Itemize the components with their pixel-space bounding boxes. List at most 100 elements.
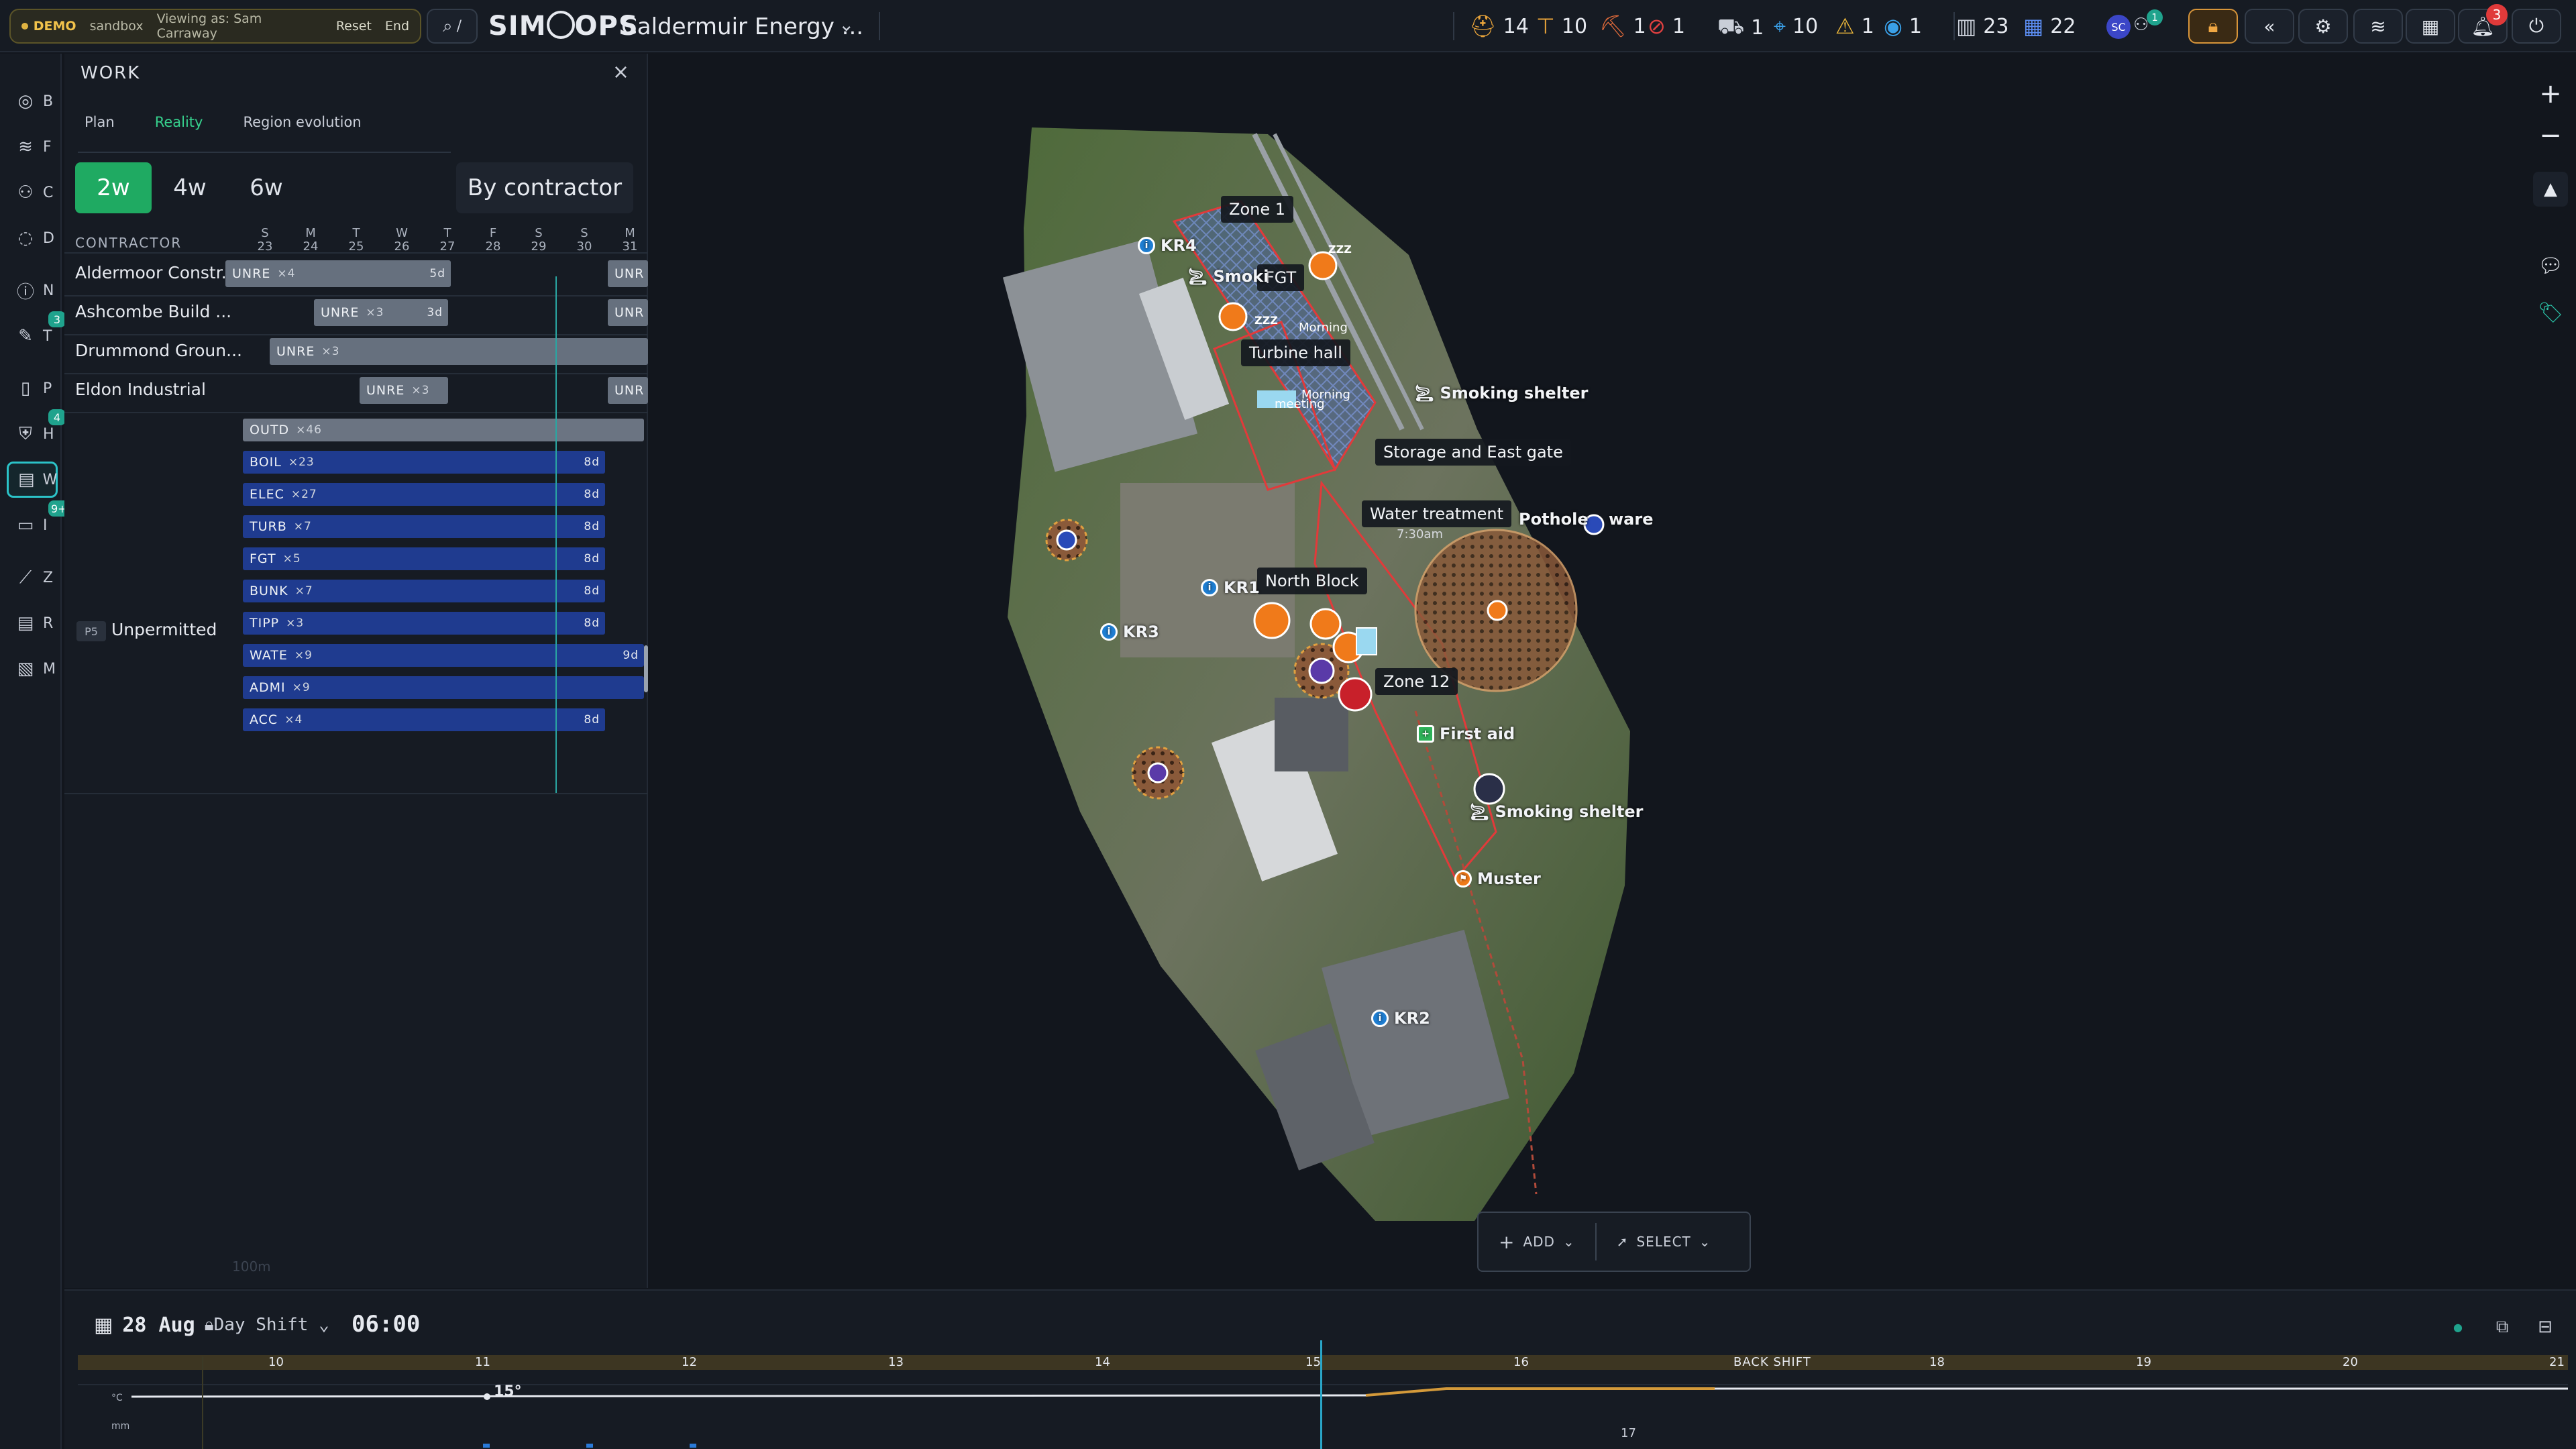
rail-icon: ✎: [18, 326, 33, 346]
prohibited-count[interactable]: ⊘ 1: [1648, 13, 1685, 39]
map-pin-muster[interactable]: ⚑ Muster: [1454, 869, 1541, 888]
map-pin-kr2[interactable]: i KR2: [1371, 1009, 1430, 1028]
rail-item-m[interactable]: ▧ M: [7, 651, 58, 687]
rail-badge: 4: [48, 409, 66, 425]
hardhat-count[interactable]: ⛑ 14: [1469, 13, 1529, 39]
tab-region-evolution[interactable]: Region evolution: [243, 114, 361, 130]
zoom-out-button[interactable]: −: [2533, 118, 2568, 153]
tab-reality[interactable]: Reality: [155, 114, 203, 130]
search-button[interactable]: ⌕ /: [427, 9, 478, 44]
gantt-bar[interactable]: UNRE ×3: [360, 377, 448, 404]
gantt-bar[interactable]: TIPP ×3 8d: [243, 612, 605, 635]
settings-button[interactable]: ⚙: [2298, 9, 2348, 44]
gantt-bar[interactable]: OUTD ×46: [243, 419, 644, 441]
reset-button[interactable]: Reset: [336, 19, 372, 34]
map-pin-first-aid[interactable]: + First aid: [1417, 724, 1515, 743]
gantt-bar[interactable]: BUNK ×7 8d: [243, 580, 605, 602]
gantt-bar[interactable]: UNRE ×3: [270, 338, 648, 365]
rail-item-c[interactable]: ⚇ C: [7, 174, 58, 211]
rail-item-p[interactable]: ▯ P: [7, 370, 58, 407]
date-picker[interactable]: ▦ 28 Aug 🔒︎Day Shift ⌄: [94, 1313, 329, 1337]
rail-item-b[interactable]: ◎ B: [7, 83, 58, 119]
gantt-bar[interactable]: FGT ×5 8d: [243, 547, 605, 570]
now-indicator[interactable]: [1320, 1340, 1322, 1449]
gantt-bar[interactable]: UNRE ×3 3d: [314, 299, 448, 326]
copy-button[interactable]: ⧉: [2489, 1313, 2516, 1340]
contractor-name[interactable]: Aldermoor Constr...: [75, 263, 237, 282]
crane-count[interactable]: ⊤ 10: [1536, 13, 1587, 39]
lock-button[interactable]: 🔒︎: [2188, 9, 2238, 44]
layers-button[interactable]: ≋: [2353, 9, 2403, 44]
building-count[interactable]: ▥ 23: [1956, 13, 2008, 39]
rail-item-r[interactable]: ▤ R: [7, 605, 58, 641]
range-6w-button[interactable]: 6w: [228, 162, 305, 213]
zone-label[interactable]: Storage and East gate: [1375, 439, 1571, 466]
close-icon[interactable]: ×: [612, 60, 629, 84]
eye-count[interactable]: ◉ 1: [1884, 13, 1922, 39]
stat-value: 10: [1792, 15, 1819, 38]
gantt-bar[interactable]: UNRE ×4 5d: [225, 260, 451, 287]
gantt-bar[interactable]: UNR: [608, 377, 648, 404]
north-button[interactable]: ▲: [2533, 172, 2568, 207]
location-pin-icon: ⌖: [1774, 13, 1786, 39]
rail-item-n[interactable]: ⓘ N: [7, 272, 58, 309]
rail-letter: I: [43, 517, 48, 534]
location-pin-count[interactable]: ⌖ 10: [1774, 13, 1818, 40]
stat-value: 23: [1983, 14, 2009, 38]
rail-letter: R: [43, 614, 54, 632]
contractor-name[interactable]: Eldon Industrial: [75, 380, 206, 399]
map-pin-kr3[interactable]: i KR3: [1100, 623, 1159, 641]
grid-count[interactable]: ▦ 22: [2023, 13, 2076, 39]
range-2w-button[interactable]: 2w: [75, 162, 152, 213]
shift-selector[interactable]: 🔒︎Day Shift ⌄: [205, 1315, 329, 1336]
zoom-in-button[interactable]: +: [2533, 76, 2568, 111]
add-button[interactable]: + ADD ⌄: [1479, 1222, 1595, 1262]
map-pin-kr4[interactable]: i KR4: [1138, 236, 1197, 255]
scrollbar[interactable]: [644, 645, 648, 692]
zone-label[interactable]: Turbine hall: [1241, 339, 1350, 366]
zone-label[interactable]: Zone 1: [1221, 196, 1293, 223]
site-map[interactable]: Zone 1 FGT Turbine hall Storage and East…: [651, 54, 2576, 1287]
rail-item-f[interactable]: ≋ F: [7, 129, 58, 165]
zone-label[interactable]: Water treatment: [1362, 500, 1511, 527]
gantt-bar[interactable]: ELEC ×27 8d: [243, 483, 605, 506]
range-4w-button[interactable]: 4w: [152, 162, 228, 213]
zone-label[interactable]: North Block: [1257, 568, 1367, 594]
warning-count[interactable]: ⚠ 1: [1835, 13, 1874, 39]
power-button[interactable]: ⏻: [2512, 9, 2561, 44]
group-by-button[interactable]: By contractor: [456, 162, 633, 213]
end-button[interactable]: End: [385, 19, 409, 34]
chevron-down-icon[interactable]: ⌄: [839, 13, 854, 36]
gantt-bar[interactable]: UNR: [608, 260, 648, 287]
comments-button[interactable]: 💬︎: [2533, 248, 2568, 283]
map-pin-smoking-shelter[interactable]: 🚬︎ Smoki: [1187, 267, 1269, 286]
map-pin-kr1[interactable]: i KR1: [1201, 578, 1260, 597]
map-pin-pothole[interactable]: Pothole: [1519, 510, 1589, 529]
gantt-bar[interactable]: WATE ×9 9d: [243, 644, 644, 667]
zone-label[interactable]: Zone 12: [1375, 668, 1458, 695]
contractor-name[interactable]: Drummond Groun...: [75, 341, 242, 360]
gantt-bar[interactable]: ACC ×4 8d: [243, 708, 605, 731]
gantt-bar[interactable]: UNR: [608, 299, 648, 326]
rail-item-w[interactable]: ▤ W: [7, 462, 58, 498]
collapse-button[interactable]: «: [2245, 9, 2294, 44]
gantt-bar[interactable]: BOIL ×23 8d: [243, 451, 605, 474]
truck-count[interactable]: ⛟ 1: [1717, 13, 1764, 42]
rail-item-d[interactable]: ◌ D: [7, 220, 58, 256]
project-name[interactable]: Caldermuir Energy ...: [621, 13, 863, 40]
map-pin-ware[interactable]: ware: [1609, 510, 1653, 529]
chart-button[interactable]: ⊟: [2532, 1313, 2559, 1340]
gantt-bar[interactable]: TURB ×7 8d: [243, 515, 605, 538]
avatar[interactable]: SC: [2106, 15, 2131, 39]
excavator-count[interactable]: ⛏ 1: [1599, 13, 1646, 39]
rail-item-z[interactable]: ⟋ Z: [7, 559, 58, 596]
tag-button[interactable]: 🏷︎: [2533, 295, 2568, 330]
tab-plan[interactable]: Plan: [85, 114, 115, 130]
map-pin-smoking-shelter[interactable]: 🚬︎ Smoking shelter: [1469, 802, 1644, 821]
app-logo[interactable]: SIM OPS: [488, 11, 639, 42]
select-button[interactable]: ➚ SELECT ⌄: [1597, 1222, 1731, 1262]
gantt-bar[interactable]: ADMI ×9: [243, 676, 644, 699]
contractor-name[interactable]: Ashcombe Build ...: [75, 302, 231, 321]
apps-button[interactable]: ▦: [2406, 9, 2455, 44]
map-pin-smoking-shelter[interactable]: 🚬︎ Smoking shelter: [1414, 384, 1589, 402]
